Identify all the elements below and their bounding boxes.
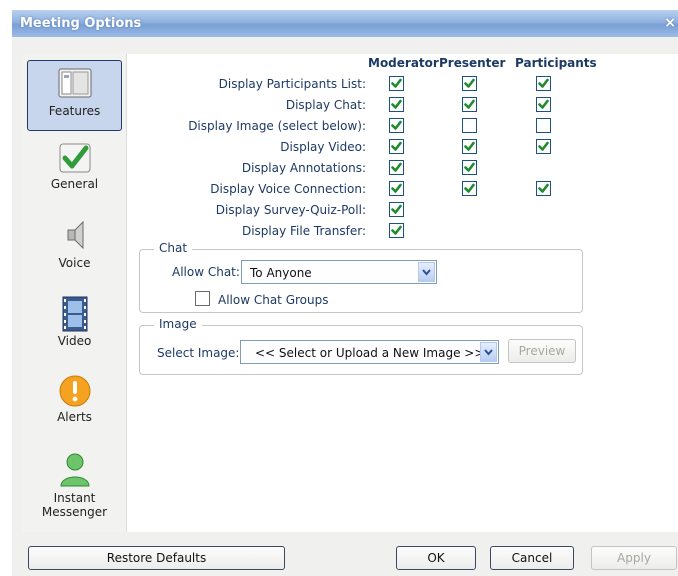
user-icon bbox=[59, 453, 90, 487]
moderator-checkbox[interactable] bbox=[389, 223, 404, 238]
sidebar-item-general[interactable]: General bbox=[27, 142, 122, 198]
participants-checkbox[interactable] bbox=[536, 97, 551, 112]
participants-checkbox[interactable] bbox=[536, 181, 551, 196]
sidebar-item-label-line2: Messenger bbox=[41, 505, 108, 519]
allow-chat-dropdown[interactable]: To Anyone bbox=[241, 260, 437, 284]
moderator-checkbox[interactable] bbox=[389, 202, 404, 217]
allow-chat-groups-label: Allow Chat Groups bbox=[218, 293, 329, 307]
allow-chat-value: To Anyone bbox=[250, 266, 312, 280]
presenter-checkbox[interactable] bbox=[462, 118, 477, 133]
sidebar-item-alerts[interactable]: Alerts bbox=[27, 374, 122, 432]
category-sidebar: Features General Voice Video Alerts Inst… bbox=[22, 54, 127, 532]
feature-row-label: Display File Transfer: bbox=[241, 224, 366, 238]
feature-row-label: Display Video: bbox=[280, 140, 366, 154]
chevron-down-icon[interactable] bbox=[480, 342, 497, 362]
moderator-checkbox[interactable] bbox=[389, 118, 404, 133]
checkmark-icon bbox=[59, 143, 90, 173]
feature-row-label: Display Participants List: bbox=[218, 77, 366, 91]
window-icon bbox=[58, 68, 91, 98]
sidebar-item-video[interactable]: Video bbox=[27, 296, 122, 354]
ok-button[interactable]: OK bbox=[396, 546, 476, 570]
column-header-moderator: Moderator bbox=[368, 56, 439, 70]
restore-defaults-button[interactable]: Restore Defaults bbox=[28, 546, 285, 570]
sidebar-item-instant-messenger[interactable]: Instant Messenger bbox=[27, 452, 122, 526]
sidebar-item-label: Video bbox=[57, 334, 92, 348]
feature-row-label: Display Annotations: bbox=[241, 161, 366, 175]
sidebar-item-features[interactable]: Features bbox=[27, 60, 122, 131]
participants-checkbox[interactable] bbox=[536, 76, 551, 91]
select-image-label: Select Image: bbox=[157, 346, 240, 360]
participants-checkbox[interactable] bbox=[536, 118, 551, 133]
sidebar-item-label: Voice bbox=[58, 256, 91, 270]
presenter-checkbox[interactable] bbox=[462, 97, 477, 112]
image-group-title: Image bbox=[154, 317, 202, 331]
feature-row-label: Display Survey-Quiz-Poll: bbox=[215, 203, 366, 217]
apply-button[interactable]: Apply bbox=[591, 546, 677, 570]
sidebar-item-label: Instant bbox=[53, 491, 96, 505]
moderator-checkbox[interactable] bbox=[389, 76, 404, 91]
chevron-down-icon[interactable] bbox=[418, 262, 435, 282]
select-image-dropdown[interactable]: << Select or Upload a New Image >> bbox=[240, 340, 499, 364]
moderator-checkbox[interactable] bbox=[389, 97, 404, 112]
presenter-checkbox[interactable] bbox=[462, 160, 477, 175]
moderator-checkbox[interactable] bbox=[389, 160, 404, 175]
feature-row-label: Display Chat: bbox=[285, 98, 366, 112]
moderator-checkbox[interactable] bbox=[389, 181, 404, 196]
film-icon bbox=[62, 296, 87, 332]
close-icon[interactable]: × bbox=[664, 15, 676, 31]
speaker-icon bbox=[67, 220, 83, 250]
title-bar: Meeting Options × bbox=[12, 10, 678, 37]
alert-icon bbox=[59, 375, 90, 407]
moderator-checkbox[interactable] bbox=[389, 139, 404, 154]
chat-group-title: Chat bbox=[154, 241, 193, 255]
column-header-presenter: Presenter bbox=[439, 56, 506, 70]
column-header-participants: Participants bbox=[515, 56, 597, 70]
sidebar-item-label: Features bbox=[48, 104, 101, 118]
allow-chat-label: Allow Chat: bbox=[172, 265, 240, 279]
sidebar-item-voice[interactable]: Voice bbox=[27, 218, 122, 276]
presenter-checkbox[interactable] bbox=[462, 139, 477, 154]
sidebar-item-label: Alerts bbox=[57, 410, 92, 424]
feature-row-label: Display Voice Connection: bbox=[210, 182, 366, 196]
sidebar-item-label: General bbox=[50, 177, 99, 191]
preview-button[interactable]: Preview bbox=[508, 339, 576, 363]
feature-row-label: Display Image (select below): bbox=[188, 119, 366, 133]
participants-checkbox[interactable] bbox=[536, 139, 551, 154]
presenter-checkbox[interactable] bbox=[462, 76, 477, 91]
allow-chat-groups-checkbox[interactable] bbox=[195, 291, 210, 306]
select-image-value: << Select or Upload a New Image >> bbox=[255, 346, 485, 360]
cancel-button[interactable]: Cancel bbox=[490, 546, 574, 570]
window-title: Meeting Options bbox=[20, 16, 142, 31]
presenter-checkbox[interactable] bbox=[462, 181, 477, 196]
